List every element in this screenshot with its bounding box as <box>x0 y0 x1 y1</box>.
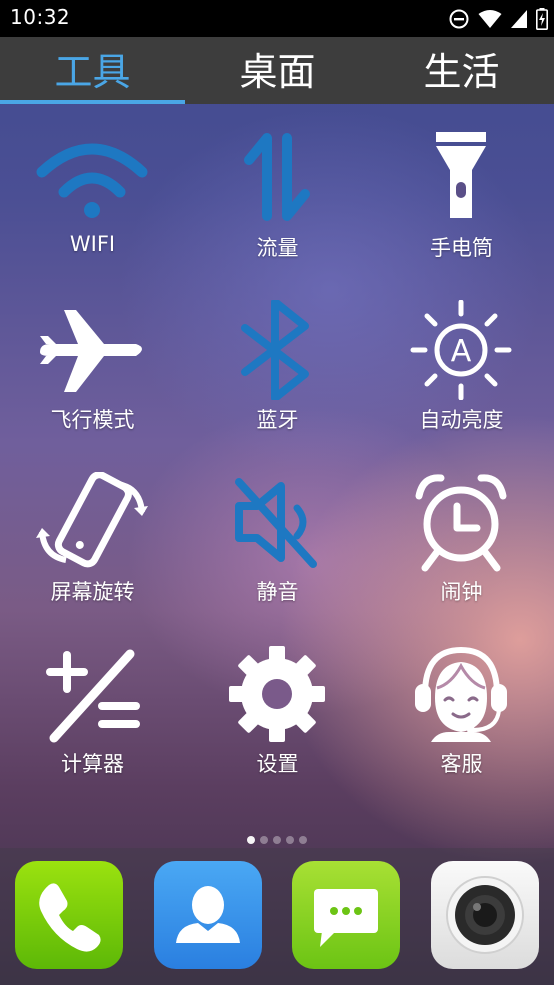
bluetooth-icon <box>217 300 337 400</box>
customer-service-icon <box>401 644 521 744</box>
tool-flashlight[interactable]: 手电筒 <box>369 104 554 276</box>
do-not-disturb-icon <box>448 8 470 30</box>
phone-app[interactable] <box>15 861 123 969</box>
tool-label: 飞行模式 <box>50 408 135 432</box>
tool-mobile-data[interactable]: 流量 <box>185 104 370 276</box>
mute-icon <box>217 472 337 572</box>
home-screen: 10:32 工具 桌面 生活 WIFI 流量 手电筒 飞行模式 蓝牙 A 自动亮… <box>0 0 554 985</box>
tool-label: 蓝牙 <box>256 408 299 432</box>
phone-icon <box>39 883 101 952</box>
auto-brightness-icon: A <box>401 300 521 400</box>
page-dot[interactable] <box>247 836 255 844</box>
wifi-icon <box>32 128 152 228</box>
tab-bar: 工具 桌面 生活 <box>0 37 554 104</box>
page-dot[interactable] <box>260 836 268 844</box>
flashlight-icon <box>401 128 521 228</box>
airplane-icon <box>32 300 152 400</box>
settings-gear-icon <box>217 644 337 744</box>
status-time: 10:32 <box>10 5 71 29</box>
calculator-icon <box>32 644 152 744</box>
battery-charging-icon <box>536 8 548 30</box>
svg-text:A: A <box>451 334 472 369</box>
tool-label: 计算器 <box>61 752 124 776</box>
tool-airplane-mode[interactable]: 飞行模式 <box>0 276 185 448</box>
tool-label: 闹钟 <box>440 580 483 604</box>
tool-auto-brightness[interactable]: A 自动亮度 <box>369 276 554 448</box>
tool-label: 客服 <box>440 752 483 776</box>
tool-screen-rotation[interactable]: 屏幕旋转 <box>0 448 185 620</box>
tool-label: 屏幕旋转 <box>50 580 135 604</box>
tool-label: 自动亮度 <box>419 408 504 432</box>
mobile-data-icon <box>217 128 337 228</box>
tab-tools[interactable]: 工具 <box>0 37 185 104</box>
tools-grid: WIFI 流量 手电筒 飞行模式 蓝牙 A 自动亮度 屏幕旋转 静音 闹钟 计算… <box>0 104 554 834</box>
tab-desktop[interactable]: 桌面 <box>185 37 370 104</box>
page-dot[interactable] <box>299 836 307 844</box>
cell-signal-icon <box>510 9 528 29</box>
tool-settings[interactable]: 设置 <box>185 620 370 792</box>
tool-mute[interactable]: 静音 <box>185 448 370 620</box>
contacts-icon <box>176 886 240 943</box>
tool-label: 设置 <box>256 752 299 776</box>
app-dock <box>0 848 554 985</box>
tab-life[interactable]: 生活 <box>369 37 554 104</box>
page-indicator <box>0 836 554 848</box>
tool-label: WIFI <box>69 232 116 256</box>
tool-label: 流量 <box>256 236 299 260</box>
screen-rotation-icon <box>32 472 152 572</box>
wifi-signal-icon <box>478 9 502 29</box>
camera-icon <box>446 876 524 954</box>
status-icons <box>448 7 548 31</box>
messages-icon <box>314 889 378 947</box>
alarm-clock-icon <box>401 472 521 572</box>
tool-label: 静音 <box>256 580 299 604</box>
tool-label: 手电筒 <box>430 236 493 260</box>
contacts-app[interactable] <box>154 861 262 969</box>
tool-wifi[interactable]: WIFI <box>0 104 185 276</box>
tool-customer-service[interactable]: 客服 <box>369 620 554 792</box>
camera-app[interactable] <box>431 861 539 969</box>
messages-app[interactable] <box>292 861 400 969</box>
page-dot[interactable] <box>273 836 281 844</box>
page-dot[interactable] <box>286 836 294 844</box>
status-bar: 10:32 <box>0 0 554 37</box>
tool-alarm[interactable]: 闹钟 <box>369 448 554 620</box>
tool-calculator[interactable]: 计算器 <box>0 620 185 792</box>
tool-bluetooth[interactable]: 蓝牙 <box>185 276 370 448</box>
